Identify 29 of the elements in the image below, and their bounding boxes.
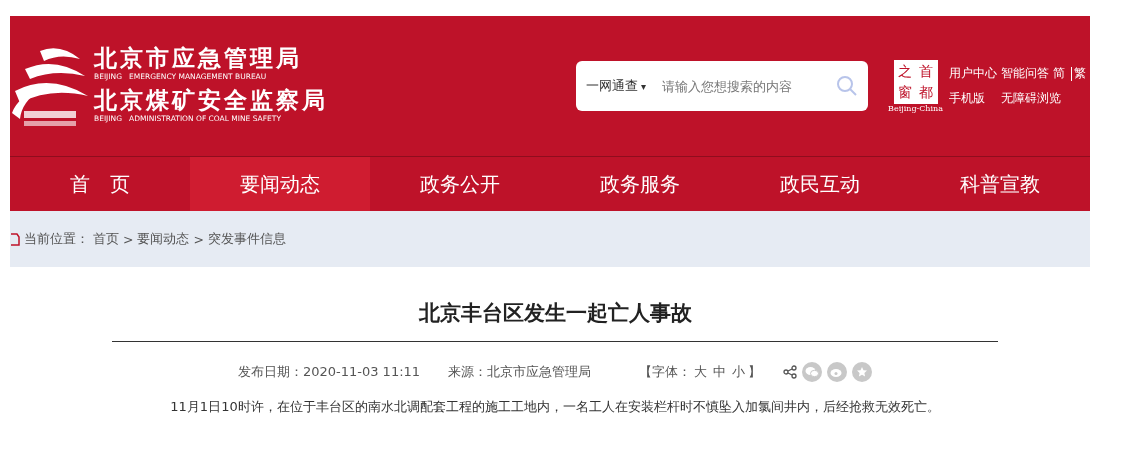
search-field[interactable]: 一网通查 ▾ 请输入您想搜索的内容 [576, 61, 869, 111]
smart-qa-link[interactable]: 智能问答 [1001, 65, 1049, 82]
article-source: 来源：北京市应急管理局 [448, 363, 592, 381]
caret-icon[interactable]: ▾ [641, 80, 647, 92]
article-title: 北京丰台区发生一起亡人事故 [418, 300, 692, 327]
accessibility-link[interactable]: 无障碍浏览 [1001, 90, 1086, 107]
font-size-bracket: 】 [748, 363, 762, 381]
search-icon[interactable] [836, 75, 859, 97]
font-size-link[interactable]: 小 [732, 363, 746, 381]
nav-tab[interactable]: 要闻动态 [190, 157, 370, 211]
user-center-link[interactable]: 用户中心 [949, 65, 997, 82]
breadcrumb-separator: > [193, 231, 204, 247]
share-icon[interactable] [783, 365, 798, 379]
breadcrumb-link[interactable]: 突发事件信息 [207, 230, 286, 248]
site-subtitle: 北京煤矿安全监察局 [94, 86, 328, 114]
traditional-link[interactable]: 繁 [1074, 65, 1086, 82]
mobile-link[interactable]: 手机版 [949, 90, 997, 107]
site-title: 北京市应急管理局 [94, 44, 303, 72]
font-size-link[interactable]: 大 [694, 363, 708, 381]
breadcrumb-link[interactable]: 首页 [93, 230, 119, 248]
font-size-link[interactable]: 中 [713, 363, 727, 381]
breadcrumb-link[interactable]: 要闻动态 [137, 230, 190, 248]
publish-date: 发布日期：2020-11-03 11:11 [237, 363, 421, 381]
simplified-link[interactable]: 简 [1053, 65, 1065, 82]
breadcrumb-separator: > [123, 231, 134, 247]
breadcrumb-label: 当前位置： [24, 230, 89, 248]
article-body: 11月1日10时许，在位于丰台区的南水北调配套工程的施工工地内，一名工人在安装栏杆时不慎坠入加氯间井内，后经抢救无效死亡。 [170, 398, 940, 416]
font-size-label: 【字体： [639, 363, 692, 381]
search-scope[interactable]: 一网通查 [586, 77, 639, 95]
